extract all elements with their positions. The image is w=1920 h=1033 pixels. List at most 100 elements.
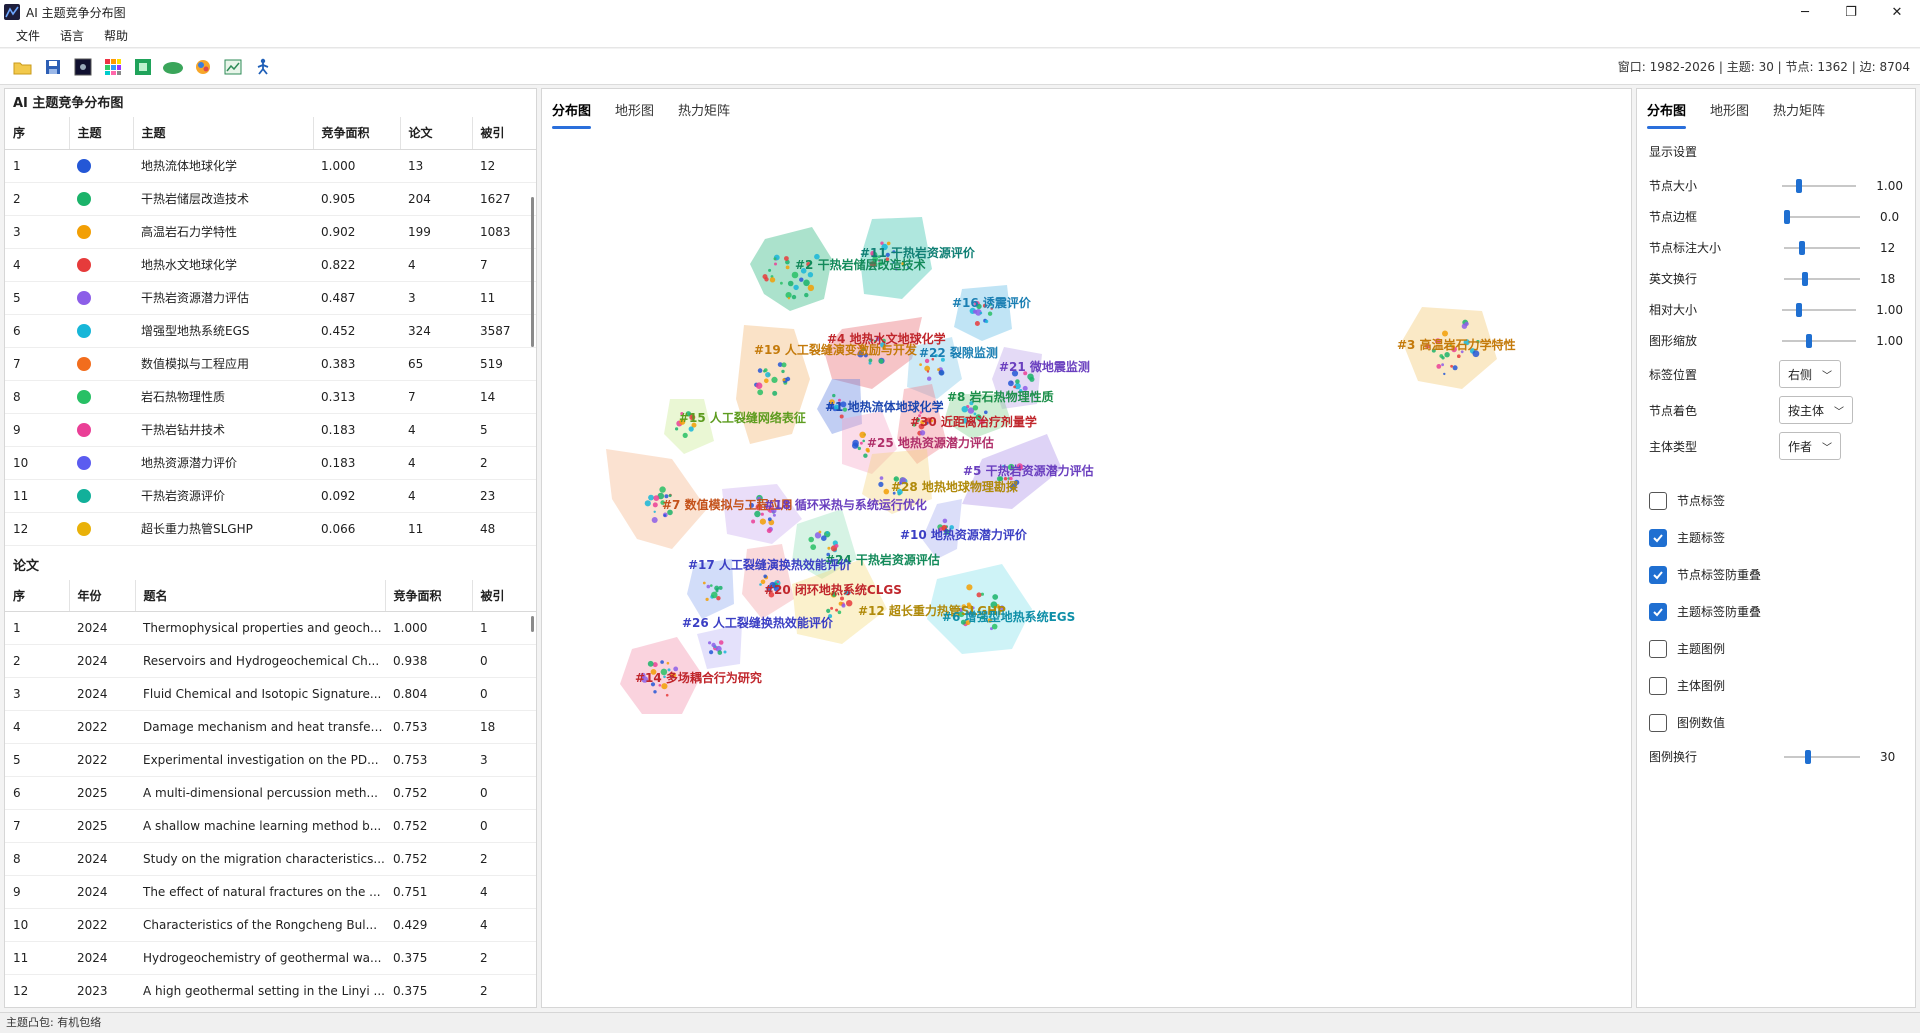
paper-node[interactable] — [682, 432, 688, 438]
paper-node[interactable] — [760, 512, 764, 516]
paper-node[interactable] — [942, 518, 948, 524]
paper-node[interactable] — [787, 297, 791, 300]
paper-node[interactable] — [927, 376, 932, 381]
paper-node[interactable] — [781, 369, 785, 374]
paper-node[interactable] — [974, 321, 980, 326]
papers-table[interactable]: 序 年份 题名 竞争面积 被引 1 2024 Thermophysical prop… — [5, 579, 536, 1007]
paper-node[interactable] — [757, 368, 763, 373]
paper-node[interactable] — [837, 610, 842, 615]
paper-node[interactable] — [834, 544, 839, 548]
paper-node[interactable] — [878, 358, 884, 364]
paper-node[interactable] — [755, 382, 763, 390]
paper-node[interactable] — [766, 528, 772, 534]
checkbox[interactable] — [1649, 565, 1667, 584]
paper-node[interactable] — [810, 544, 817, 550]
checkbox-row[interactable]: 节点标签 — [1649, 482, 1903, 519]
table-row[interactable]: 6 增强型地热系统EGS 0.452 324 3587 — [5, 314, 536, 348]
legend-wrap-slider[interactable] — [1784, 749, 1860, 765]
table-row[interactable]: 6 2025 A multi-dimensional percussion meth… — [5, 776, 536, 810]
paper-node[interactable] — [709, 650, 714, 655]
paper-node[interactable] — [791, 294, 797, 300]
paper-node[interactable] — [782, 378, 786, 382]
paper-node[interactable] — [780, 281, 783, 285]
table-row[interactable]: 10 地热资源潜力评价 0.183 4 2 — [5, 446, 536, 480]
paper-node[interactable] — [808, 536, 814, 543]
setting-dropdown[interactable]: 右侧 ﹀ — [1779, 360, 1842, 388]
checkbox[interactable] — [1649, 639, 1667, 658]
table-row[interactable]: 4 2022 Damage mechanism and heat transfer.… — [5, 710, 536, 744]
paper-node[interactable] — [992, 594, 999, 600]
col-header-cites[interactable]: 被引 — [472, 117, 536, 150]
paper-node[interactable] — [705, 597, 709, 601]
tab-distribution-settings[interactable]: 分布图 — [1647, 100, 1687, 129]
paper-node[interactable] — [723, 650, 727, 654]
setting-slider[interactable] — [1784, 209, 1860, 225]
paper-node[interactable] — [668, 494, 672, 498]
paper-node[interactable] — [1450, 364, 1453, 368]
paper-node[interactable] — [763, 574, 767, 579]
table-row[interactable]: 9 干热岩钻井技术 0.183 4 5 — [5, 413, 536, 447]
paper-node[interactable] — [711, 642, 716, 648]
menu-language[interactable]: 语言 — [50, 24, 94, 48]
table-row[interactable]: 2 2024 Reservoirs and Hydrogeochemical Ch.… — [5, 644, 536, 678]
paper-node[interactable] — [774, 262, 777, 266]
paper-node[interactable] — [768, 268, 772, 272]
checkbox[interactable] — [1649, 676, 1667, 695]
paper-node[interactable] — [804, 292, 809, 298]
paper-node[interactable] — [1442, 330, 1448, 337]
paper-node[interactable] — [767, 517, 772, 522]
col-header-competition[interactable]: 竞争面积 — [385, 579, 473, 612]
paper-node[interactable] — [785, 265, 790, 270]
paper-node[interactable] — [818, 530, 822, 534]
checkbox-row[interactable]: 主体图例 — [1649, 667, 1903, 704]
paper-node[interactable] — [1452, 365, 1458, 371]
table-row[interactable]: 1 地热流体地球化学 1.000 13 12 — [5, 149, 536, 183]
menu-file[interactable]: 文件 — [6, 24, 50, 48]
paper-node[interactable] — [759, 583, 762, 586]
paper-node[interactable] — [784, 256, 789, 261]
paper-node[interactable] — [839, 414, 844, 419]
checkbox-row[interactable]: 节点标签防重叠 — [1649, 556, 1903, 593]
paper-node[interactable] — [976, 592, 982, 598]
paper-node[interactable] — [666, 661, 670, 665]
paper-node[interactable] — [765, 372, 771, 378]
save-icon[interactable] — [38, 53, 68, 81]
paper-node[interactable] — [878, 481, 884, 487]
paper-node[interactable] — [1441, 356, 1445, 360]
paper-node[interactable] — [652, 502, 658, 508]
paper-node[interactable] — [1008, 380, 1014, 387]
checkbox-row[interactable]: 主题图例 — [1649, 630, 1903, 667]
paper-node[interactable] — [852, 439, 859, 447]
paper-node[interactable] — [862, 439, 865, 443]
paper-node[interactable] — [771, 376, 778, 383]
col-header-topic[interactable]: 主题 — [133, 117, 314, 150]
checkbox-row[interactable]: 主题标签 — [1649, 519, 1903, 556]
paper-node[interactable] — [715, 589, 719, 593]
col-header-competition[interactable]: 竞争面积 — [313, 117, 401, 150]
paper-node[interactable] — [710, 584, 713, 587]
paper-node[interactable] — [859, 431, 866, 438]
paper-node[interactable] — [708, 641, 712, 645]
paper-node[interactable] — [763, 368, 768, 372]
paper-node[interactable] — [1015, 379, 1020, 384]
col-header-color[interactable]: 主题 — [69, 117, 134, 150]
checkbox[interactable] — [1649, 602, 1667, 621]
paper-node[interactable] — [883, 488, 890, 495]
setting-slider[interactable] — [1781, 178, 1857, 194]
setting-dropdown[interactable]: 作者 ﹀ — [1779, 432, 1842, 460]
paper-node[interactable] — [651, 517, 658, 523]
paper-node[interactable] — [793, 284, 799, 291]
table-row[interactable]: 5 干热岩资源潜力评估 0.487 3 11 — [5, 281, 536, 315]
col-header-cites[interactable]: 被引 — [472, 579, 536, 612]
paper-node[interactable] — [769, 277, 776, 283]
person-run-icon[interactable] — [248, 53, 278, 81]
paper-node[interactable] — [773, 257, 777, 261]
paper-node[interactable] — [966, 584, 973, 591]
col-header-papers[interactable]: 论文 — [400, 117, 473, 150]
paper-node[interactable] — [653, 690, 657, 694]
table-row[interactable]: 8 岩石热物理性质 0.313 7 14 — [5, 380, 536, 414]
table-row[interactable]: 1 2024 Thermophysical properties and geoch… — [5, 611, 536, 645]
col-header-index[interactable]: 序 — [5, 117, 70, 150]
paper-node[interactable] — [1013, 385, 1016, 389]
green-frame-icon[interactable] — [128, 53, 158, 81]
